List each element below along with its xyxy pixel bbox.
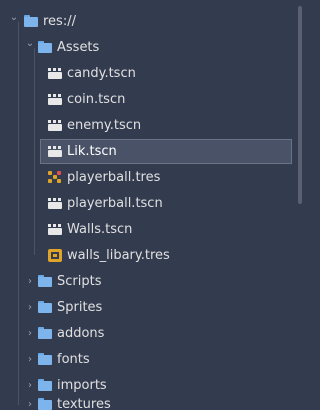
tree-item-label: coin.tscn	[67, 92, 126, 107]
tree-item-file[interactable]: candy.tscn	[0, 61, 300, 86]
tree-item-label: textures	[57, 397, 111, 410]
resource-icon	[48, 171, 63, 184]
chevron-down-icon[interactable]: ⌄	[24, 31, 36, 56]
tree-item-assets[interactable]: ⌄ Assets	[0, 35, 300, 60]
tree-item-label: addons	[57, 326, 105, 341]
tileset-icon	[48, 249, 63, 262]
tree-item-label: fonts	[57, 352, 90, 367]
tree-item-file[interactable]: walls_libary.tres	[0, 243, 300, 268]
tree-item-label: playerball.tscn	[67, 196, 163, 211]
scene-icon	[48, 223, 63, 236]
scene-icon	[48, 93, 63, 106]
tree-item-file[interactable]: playerball.tres	[0, 165, 300, 190]
tree-item-label: res://	[43, 14, 76, 29]
scene-icon	[48, 119, 63, 132]
tree-item-file[interactable]: Walls.tscn	[0, 217, 300, 242]
folder-icon	[38, 275, 53, 288]
chevron-down-icon[interactable]: ⌄	[8, 5, 20, 30]
tree-item-label: Walls.tscn	[67, 222, 133, 237]
tree-item-file[interactable]: playerball.tscn	[0, 191, 300, 216]
tree-item-label: candy.tscn	[67, 66, 136, 81]
tree-item-label: walls_libary.tres	[67, 248, 170, 263]
tree-item-label: enemy.tscn	[67, 118, 142, 133]
folder-icon	[38, 353, 53, 366]
scene-icon	[48, 145, 63, 158]
chevron-right-icon[interactable]: ›	[24, 392, 36, 410]
folder-icon	[38, 379, 53, 392]
scene-icon	[48, 197, 63, 210]
folder-icon	[38, 398, 53, 410]
tree-item-label: Lik.tscn	[67, 144, 117, 159]
tree-item-file[interactable]: enemy.tscn	[0, 113, 300, 138]
tree-item-label: Assets	[57, 40, 100, 55]
file-tree: ⌄ res:// ⌄ Assets candy.tscn coin.tscn e…	[0, 0, 306, 410]
chevron-right-icon[interactable]: ›	[24, 347, 36, 372]
tree-item-folder-addons[interactable]: › addons	[0, 321, 300, 346]
tree-item-label: Scripts	[57, 274, 102, 289]
tree-item-file[interactable]: coin.tscn	[0, 87, 300, 112]
scene-icon	[48, 67, 63, 80]
tree-item-label: playerball.tres	[67, 170, 161, 185]
tree-item-res-root[interactable]: ⌄ res://	[0, 9, 300, 34]
folder-icon	[38, 41, 53, 54]
chevron-right-icon[interactable]: ›	[24, 321, 36, 346]
folder-icon	[24, 15, 39, 28]
tree-item-label: Sprites	[57, 300, 103, 315]
tree-item-folder-textures[interactable]: › textures	[0, 392, 300, 410]
scrollbar[interactable]	[298, 6, 302, 204]
folder-icon	[38, 301, 53, 314]
tree-item-folder-fonts[interactable]: › fonts	[0, 347, 300, 372]
tree-item-folder-scripts[interactable]: › Scripts	[0, 269, 300, 294]
folder-icon	[38, 327, 53, 340]
tree-item-folder-sprites[interactable]: › Sprites	[0, 295, 300, 320]
tree-item-file-selected[interactable]: Lik.tscn	[0, 139, 300, 164]
chevron-right-icon[interactable]: ›	[24, 269, 36, 294]
chevron-right-icon[interactable]: ›	[24, 295, 36, 320]
